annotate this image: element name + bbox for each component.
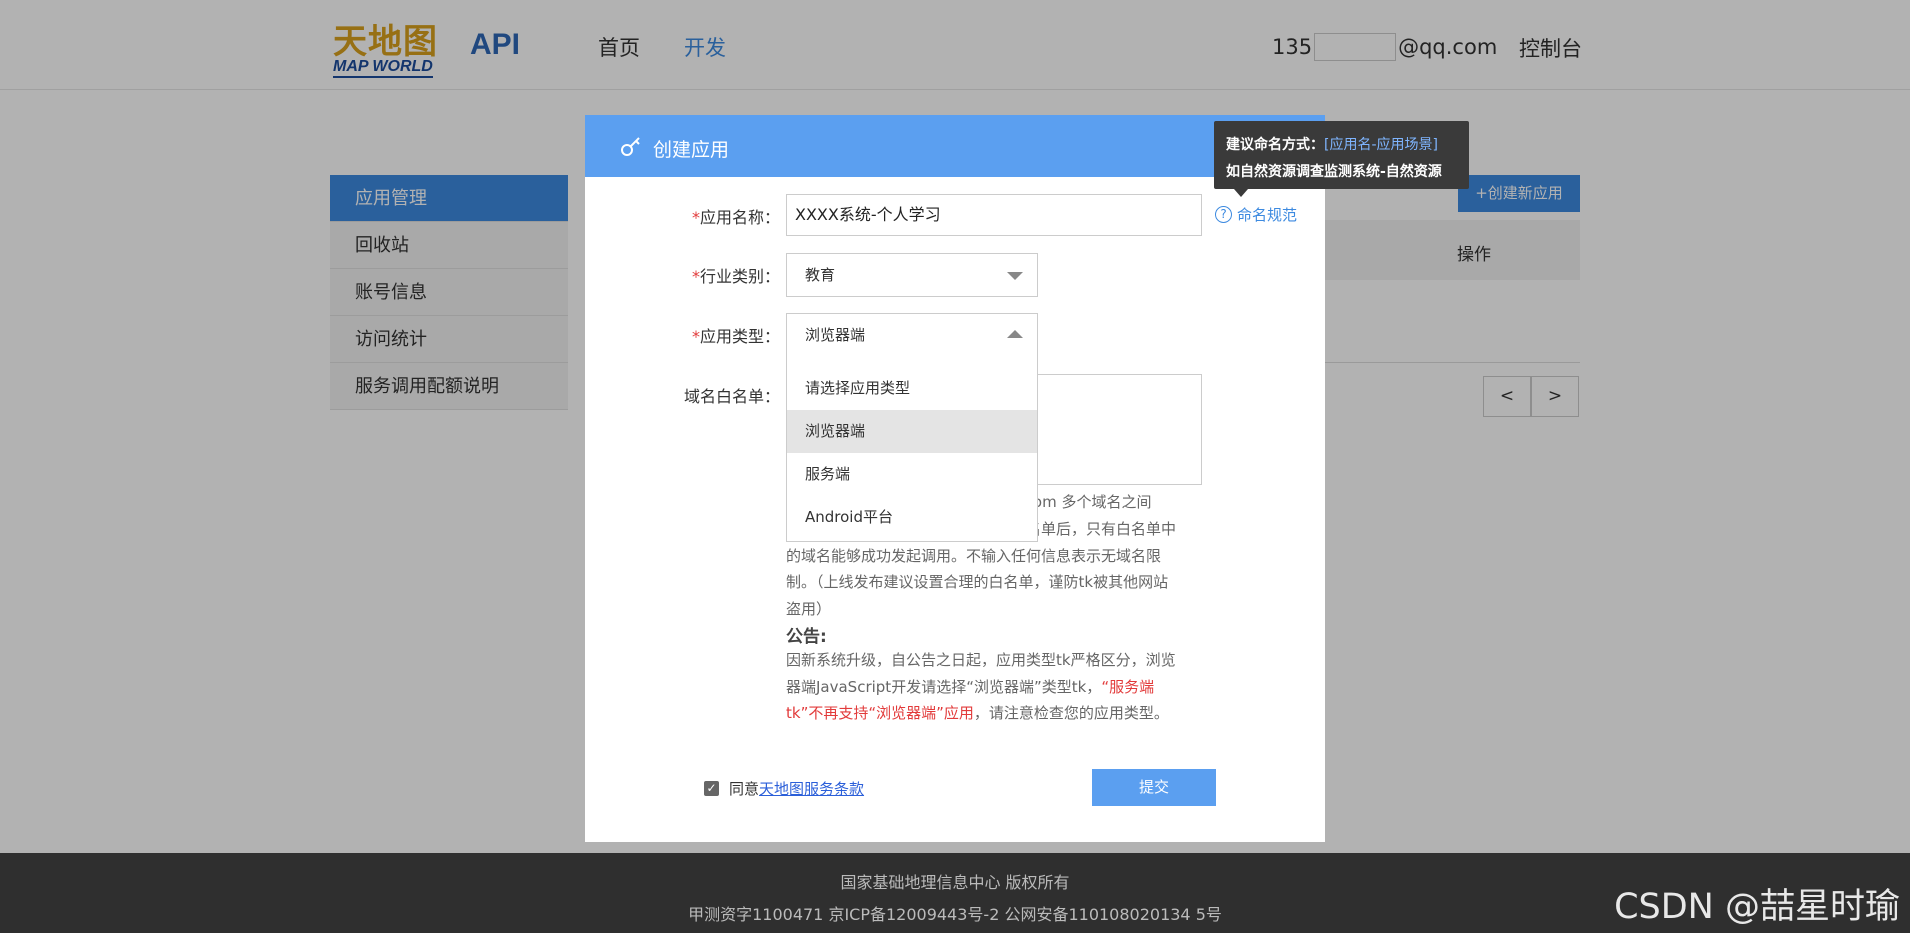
app-type-label-text: 应用类型： — [699, 327, 780, 346]
industry-select[interactable]: 教育 — [786, 253, 1038, 297]
app-type-select[interactable]: 浏览器端 — [786, 313, 1038, 357]
agree-checkbox[interactable]: ✓ — [704, 781, 719, 796]
required-mark: * — [691, 208, 700, 227]
industry-label: *行业类别： — [640, 263, 780, 287]
required-mark: * — [691, 267, 700, 286]
dropdown-option-server[interactable]: 服务端 — [787, 453, 1037, 496]
tooltip-accent: [应用名-应用场景] — [1324, 137, 1438, 153]
dropdown-option-placeholder[interactable]: 请选择应用类型 — [787, 367, 1037, 410]
modal-title: 创建应用 — [653, 139, 730, 161]
tooltip-line-1: 建议命名方式：[应用名-应用场景] — [1226, 134, 1438, 154]
tooltip-line-2: 如自然资源调查监测系统-自然资源 — [1226, 164, 1442, 180]
domain-whitelist-label: 域名白名单： — [683, 387, 780, 406]
csdn-watermark: CSDN @喆星时瑜 — [1614, 887, 1900, 927]
industry-select-value: 教育 — [805, 266, 836, 284]
help-circle-icon: ? — [1215, 206, 1232, 223]
agree-terms: ✓ 同意 天地图服务条款 — [704, 778, 864, 799]
app-type-dropdown: 请选择应用类型 浏览器端 服务端 Android平台 — [786, 357, 1038, 542]
tooltip-prefix: 建议命名方式： — [1226, 137, 1324, 153]
agree-text: 同意 — [729, 780, 760, 798]
naming-tooltip: 建议命名方式：[应用名-应用场景] 如自然资源调查监测系统-自然资源 — [1214, 121, 1469, 197]
terms-link[interactable]: 天地图服务条款 — [759, 778, 864, 799]
notice-text-2: ，请注意检查您的应用类型。 — [973, 704, 1169, 722]
dropdown-option-browser[interactable]: 浏览器端 — [787, 410, 1037, 453]
chevron-up-icon — [1007, 330, 1023, 338]
app-name-label-text: 应用名称： — [699, 208, 780, 227]
required-mark: * — [691, 327, 700, 346]
notice-body: 因新系统升级，自公告之日起，应用类型tk严格区分，浏览器端JavaScript开… — [786, 647, 1186, 727]
chevron-down-icon — [1007, 272, 1023, 280]
submit-button[interactable]: 提交 — [1092, 769, 1216, 806]
industry-label-text: 行业类别： — [699, 267, 780, 286]
app-type-label: *应用类型： — [640, 323, 780, 347]
create-app-modal: 创建应用 *应用名称： XXXX系统-个人学习 ? 命名规范 *行业类别： 教育… — [585, 115, 1325, 842]
app-name-input[interactable]: XXXX系统-个人学习 — [786, 194, 1202, 236]
naming-rules-link[interactable]: ? 命名规范 — [1215, 204, 1297, 225]
naming-rules-text: 命名规范 — [1237, 206, 1298, 224]
dropdown-option-android[interactable]: Android平台 — [787, 496, 1037, 539]
notice-title: 公告: — [786, 627, 827, 647]
key-icon — [621, 137, 640, 156]
app-type-select-value: 浏览器端 — [805, 326, 866, 344]
tooltip-arrow — [1234, 189, 1248, 197]
app-name-label: *应用名称： — [640, 204, 780, 228]
